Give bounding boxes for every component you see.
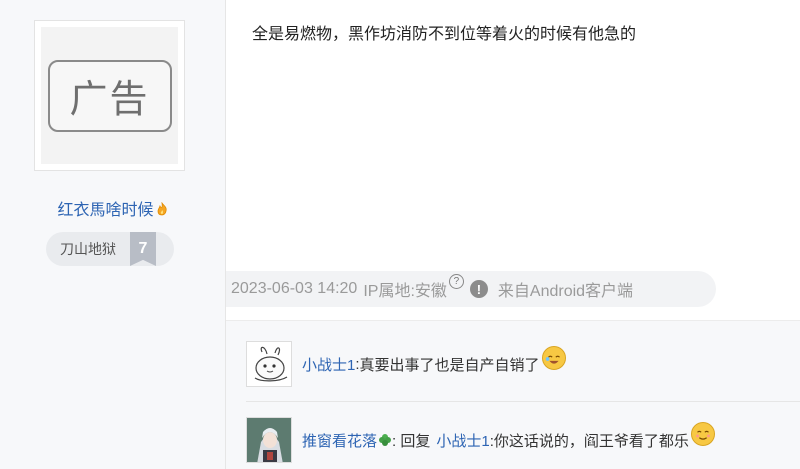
help-icon[interactable]: ?	[448, 273, 464, 289]
reply-text: :你这话说的，阎王爷看了都乐	[489, 432, 689, 450]
anime-avatar-icon	[247, 418, 291, 462]
reply-author[interactable]: 小战士1	[302, 354, 355, 375]
level-name: 刀山地狱	[60, 241, 116, 257]
post-meta-bar: 2023-06-03 14:20 IP属地:安徽 ? ! 来自Android客户…	[226, 271, 716, 307]
reply-avatar[interactable]	[246, 341, 292, 387]
flame-icon	[157, 202, 167, 216]
author-name-row: 红衣馬啥时候	[0, 196, 226, 220]
reply-item: 小战士1 : 真要出事了也是自产自销了	[246, 341, 566, 387]
author-avatar[interactable]: 广告	[34, 20, 185, 171]
clover-icon	[379, 434, 392, 446]
post-datetime: 2023-06-03 14:20	[231, 280, 358, 297]
client-source: 来自Android客户端	[497, 283, 634, 300]
reply-item: 推窗看花落 : 回复 小战士1 :你这话说的，阎王爷看了都乐	[246, 417, 715, 463]
reply-separator: : 回复	[392, 432, 431, 450]
level-number: 7	[130, 232, 156, 266]
avatar-image: 广告	[41, 27, 178, 164]
reply-avatar[interactable]	[246, 417, 292, 463]
post-content: 全是易燃物，黑作坊消防不到位等着火的时候有他急的	[252, 26, 637, 43]
author-name[interactable]: 红衣馬啥时候	[57, 202, 153, 219]
laugh-emoji-icon	[541, 346, 566, 370]
level-badge[interactable]: 刀山地狱 7	[46, 232, 174, 266]
ad-placeholder: 广告	[47, 59, 172, 132]
reply-author[interactable]: 推窗看花落	[302, 430, 377, 451]
report-icon[interactable]: !	[469, 280, 488, 298]
reply-list: 小战士1 : 真要出事了也是自产自销了 推窗看花落 : 回复 小战士1 :你这话…	[226, 320, 800, 469]
reply-divider	[246, 401, 800, 402]
reply-mention[interactable]: 小战士1	[436, 430, 489, 451]
rabbit-avatar-icon	[247, 342, 291, 386]
ip-location: IP属地:安徽	[363, 283, 447, 300]
reply-text: 真要出事了也是自产自销了	[359, 356, 540, 374]
author-panel: 广告 红衣馬啥时候 刀山地狱 7	[0, 0, 226, 469]
smile-emoji-icon	[690, 422, 715, 446]
